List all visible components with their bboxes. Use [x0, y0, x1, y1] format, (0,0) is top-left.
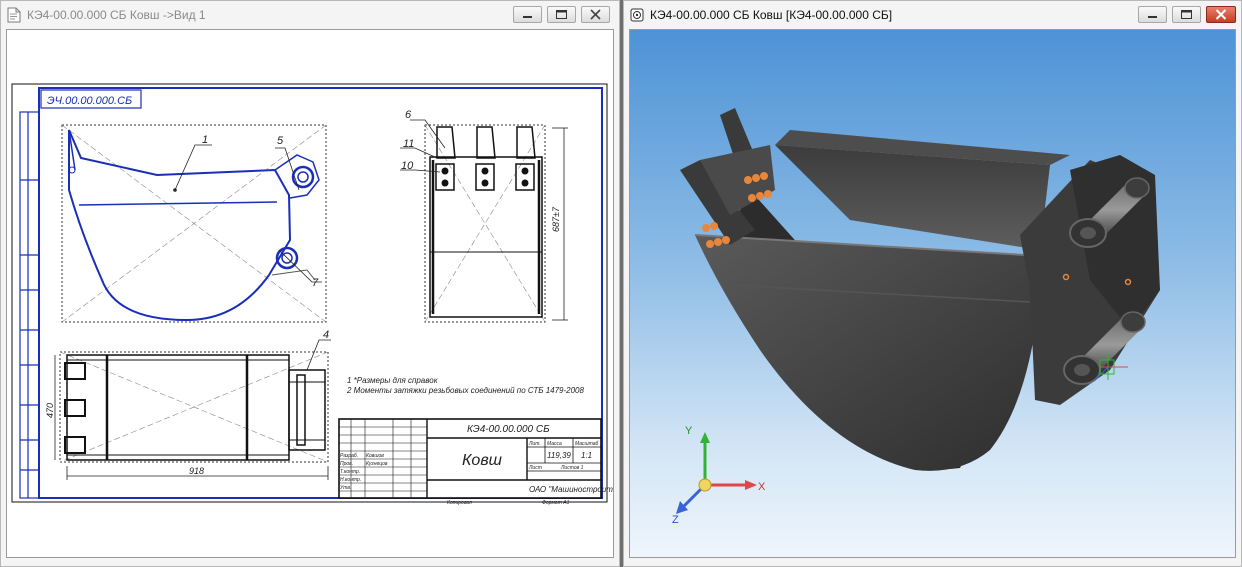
format-label: Формат A1	[542, 500, 570, 506]
title-block: КЭ4-00.00.000 СБ Ковш Разраб. Пров. Т.ко…	[338, 418, 614, 506]
pos-label-5: 5	[277, 135, 284, 147]
role-norm-control: Н.контр.	[340, 477, 361, 483]
pos-label-11: 11	[403, 138, 414, 150]
drawing-window: КЭ4-00.00.000 СБ Ковш ->Вид 1 ЭЧ.00.00.0…	[0, 0, 620, 567]
stamp-code: КЭ4-00.00.000 СБ	[467, 424, 550, 435]
maximize-icon	[1181, 10, 1192, 19]
organization-label: ОАО "Машиностроитель"	[529, 485, 614, 494]
sheet-label: Лист	[528, 465, 542, 471]
scale-value: 1:1	[581, 451, 592, 460]
role-tech-control: Т.контр.	[340, 469, 360, 475]
copied-label: Копировал	[447, 500, 472, 506]
pos-label-4: 4	[323, 329, 329, 341]
header-scale: Масштаб	[575, 441, 599, 447]
pos-label-6: 6	[405, 109, 412, 121]
role-checker: Пров.	[340, 461, 353, 467]
maximize-button[interactable]	[1172, 6, 1201, 23]
dim-width-label: 918	[189, 466, 204, 476]
header-letter: Лит.	[528, 441, 541, 447]
top-code-label: ЭЧ.00.00.000.СБ	[47, 95, 132, 107]
axis-x-label: X	[758, 481, 766, 493]
drawing-area[interactable]: ЭЧ.00.00.000.СБ 1 5 7 687±7 6 11 10 918 …	[6, 29, 614, 558]
close-icon	[1215, 9, 1227, 20]
sheets-label: Листов 1	[560, 465, 584, 471]
model-icon	[630, 8, 644, 22]
pos-label-7: 7	[312, 277, 319, 289]
model-window: КЭ4-00.00.000 СБ Ковш [КЭ4-00.00.000 СБ]	[623, 0, 1242, 567]
stamp-title: Ковш	[462, 452, 502, 469]
maximize-button[interactable]	[547, 6, 576, 23]
minimize-icon	[1148, 16, 1157, 18]
dim-height-label: 687±7	[551, 206, 561, 232]
axis-z-label: Z	[672, 514, 679, 526]
drawing-titlebar[interactable]: КЭ4-00.00.000 СБ Ковш ->Вид 1	[1, 1, 619, 29]
axis-triad: Y X Z	[672, 425, 766, 526]
axis-y-label: Y	[685, 425, 693, 437]
note-2: 2 Моменты затяжки резьбовых соединений п…	[346, 386, 585, 395]
maximize-icon	[556, 10, 567, 19]
dim-side-label: 470	[45, 403, 55, 418]
minimize-icon	[523, 16, 532, 18]
role-approver: Утв.	[340, 485, 351, 491]
drawing-window-title: КЭ4-00.00.000 СБ Ковш ->Вид 1	[27, 8, 206, 22]
role-developer: Разраб.	[340, 453, 358, 459]
name-developer: Ковшов	[366, 453, 384, 459]
close-icon	[590, 9, 601, 20]
mass-value: 119,39	[547, 451, 571, 460]
name-checker: Кузнецов	[366, 461, 388, 467]
close-button[interactable]	[1206, 6, 1236, 23]
minimize-button[interactable]	[513, 6, 542, 23]
model-window-title: КЭ4-00.00.000 СБ Ковш [КЭ4-00.00.000 СБ]	[650, 8, 893, 22]
minimize-button[interactable]	[1138, 6, 1167, 23]
model-titlebar[interactable]: КЭ4-00.00.000 СБ Ковш [КЭ4-00.00.000 СБ]	[624, 1, 1241, 29]
header-mass: Масса	[547, 441, 562, 447]
pos-label-10: 10	[401, 160, 414, 172]
bucket-3d-model: Y X Z	[672, 108, 1160, 526]
drawing-sheet: ЭЧ.00.00.000.СБ 1 5 7 687±7 6 11 10 918 …	[11, 83, 614, 506]
pos-label-1: 1	[202, 134, 208, 146]
note-1: 1 *Размеры для справок	[347, 376, 439, 385]
document-icon	[7, 7, 21, 23]
3d-viewport[interactable]: Y X Z	[629, 29, 1236, 558]
close-button[interactable]	[581, 6, 610, 23]
